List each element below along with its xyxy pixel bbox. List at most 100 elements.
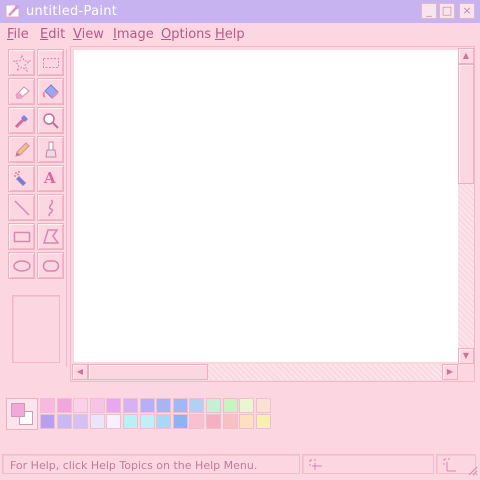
palette-swatch[interactable]	[123, 398, 138, 413]
palette-swatch[interactable]	[255, 398, 271, 413]
pencil-icon	[15, 142, 30, 157]
text-icon: A	[44, 169, 56, 187]
tool-curve[interactable]	[37, 194, 64, 221]
palette-swatch[interactable]	[172, 414, 188, 429]
eraser-icon	[15, 86, 30, 99]
resize-grip-icon[interactable]	[466, 464, 478, 476]
tool-options-panel[interactable]	[12, 295, 60, 363]
close-button[interactable]: ×	[459, 3, 475, 19]
ellipse-icon	[13, 260, 31, 272]
menu-image[interactable]: Image	[113, 27, 154, 42]
palette-swatch[interactable]	[123, 414, 138, 429]
close-icon: ×	[462, 4, 472, 17]
menu-help[interactable]: Help	[215, 27, 245, 42]
title-bar[interactable]: untitled-Paint _ □ ×	[0, 0, 480, 23]
menu-edit[interactable]: Edit	[40, 27, 65, 42]
palette-swatch[interactable]	[106, 414, 122, 429]
rounded-rect-icon	[42, 260, 60, 272]
scrollbar-corner	[458, 364, 474, 380]
horizontal-scrollbar[interactable]: ◀ ▶	[72, 364, 458, 380]
airbrush-icon	[14, 171, 26, 186]
status-help-text: For Help, click Help Topics on the Help …	[10, 459, 258, 472]
status-help-panel: For Help, click Help Topics on the Help …	[2, 454, 300, 474]
tool-color-picker[interactable]	[8, 107, 35, 134]
palette-swatch[interactable]	[40, 398, 55, 413]
palette-swatch[interactable]	[156, 398, 172, 413]
status-bar: For Help, click Help Topics on the Help …	[0, 452, 480, 480]
palette-swatch[interactable]	[56, 414, 72, 429]
current-colors[interactable]	[6, 398, 38, 430]
palette-swatch[interactable]	[255, 414, 271, 429]
menu-file[interactable]: File	[7, 27, 29, 42]
tool-rect-select[interactable]	[37, 49, 64, 76]
palette-swatch[interactable]	[106, 398, 122, 413]
tool-fill[interactable]	[37, 78, 64, 105]
magnifier-icon	[43, 113, 59, 129]
scroll-up-button[interactable]: ▲	[458, 48, 474, 64]
arrow-down-icon: ▼	[462, 351, 470, 360]
tool-free-form-select[interactable]	[8, 49, 35, 76]
minimize-icon: _	[426, 4, 432, 17]
palette-swatch[interactable]	[89, 414, 105, 429]
palette-swatch[interactable]	[139, 414, 155, 429]
palette-swatch[interactable]	[206, 414, 221, 429]
scroll-right-button[interactable]: ▶	[442, 364, 458, 380]
selection-size-icon	[443, 458, 456, 472]
horizontal-scroll-thumb[interactable]	[88, 364, 208, 380]
palette-swatch[interactable]	[89, 398, 105, 413]
foreground-color-swatch[interactable]	[11, 403, 25, 417]
arrow-left-icon: ◀	[76, 367, 84, 376]
tool-line[interactable]	[8, 194, 35, 221]
window-title: untitled-Paint	[26, 4, 118, 19]
tool-polygon[interactable]	[37, 223, 64, 250]
tool-ellipse[interactable]	[8, 252, 35, 279]
tool-rounded-rect[interactable]	[37, 252, 64, 279]
menu-options[interactable]: Options	[161, 27, 211, 42]
palette-swatch[interactable]	[206, 398, 221, 413]
tool-eraser[interactable]	[8, 78, 35, 105]
minimize-button[interactable]: _	[421, 3, 437, 19]
color-palette	[6, 396, 286, 434]
tool-box: A	[6, 49, 67, 367]
rect-select-icon	[43, 58, 59, 68]
maximize-button[interactable]: □	[439, 3, 455, 19]
status-position-panel	[302, 454, 434, 474]
drawing-canvas[interactable]	[74, 50, 458, 362]
cursor-position-icon	[309, 459, 322, 470]
paint-window: untitled-Paint _ □ × File Edit View Imag…	[0, 0, 480, 480]
vertical-scrollbar[interactable]: ▲ ▼	[458, 48, 474, 364]
scroll-left-button[interactable]: ◀	[72, 364, 88, 380]
arrow-right-icon: ▶	[446, 367, 454, 376]
palette-swatch[interactable]	[172, 398, 188, 413]
rectangle-icon	[13, 231, 31, 243]
palette-swatch[interactable]	[73, 414, 89, 429]
palette-swatch[interactable]	[222, 398, 238, 413]
tool-pencil[interactable]	[8, 136, 35, 163]
star-select-icon	[13, 54, 31, 72]
palette-swatch[interactable]	[222, 414, 238, 429]
palette-swatch[interactable]	[56, 398, 72, 413]
palette-swatch[interactable]	[40, 414, 55, 429]
palette-swatch[interactable]	[73, 398, 89, 413]
tool-magnifier[interactable]	[37, 107, 64, 134]
tool-text[interactable]: A	[37, 165, 64, 192]
line-icon	[14, 200, 30, 216]
palette-swatch[interactable]	[239, 414, 255, 429]
tool-rectangle[interactable]	[8, 223, 35, 250]
tool-airbrush[interactable]	[8, 165, 35, 192]
palette-swatch[interactable]	[189, 398, 205, 413]
palette-swatch[interactable]	[156, 414, 172, 429]
palette-swatch[interactable]	[139, 398, 155, 413]
polygon-icon	[42, 229, 60, 244]
palette-swatch[interactable]	[239, 398, 255, 413]
tool-brush[interactable]	[37, 136, 64, 163]
vertical-scroll-thumb[interactable]	[458, 64, 474, 184]
palette-swatch[interactable]	[189, 414, 205, 429]
paint-app-icon	[5, 4, 20, 18]
scroll-down-button[interactable]: ▼	[458, 348, 474, 364]
menu-view[interactable]: View	[73, 27, 104, 42]
brush-icon	[45, 141, 57, 158]
curve-icon	[48, 199, 54, 217]
paint-bucket-icon	[42, 84, 59, 99]
arrow-up-icon: ▲	[462, 51, 470, 60]
